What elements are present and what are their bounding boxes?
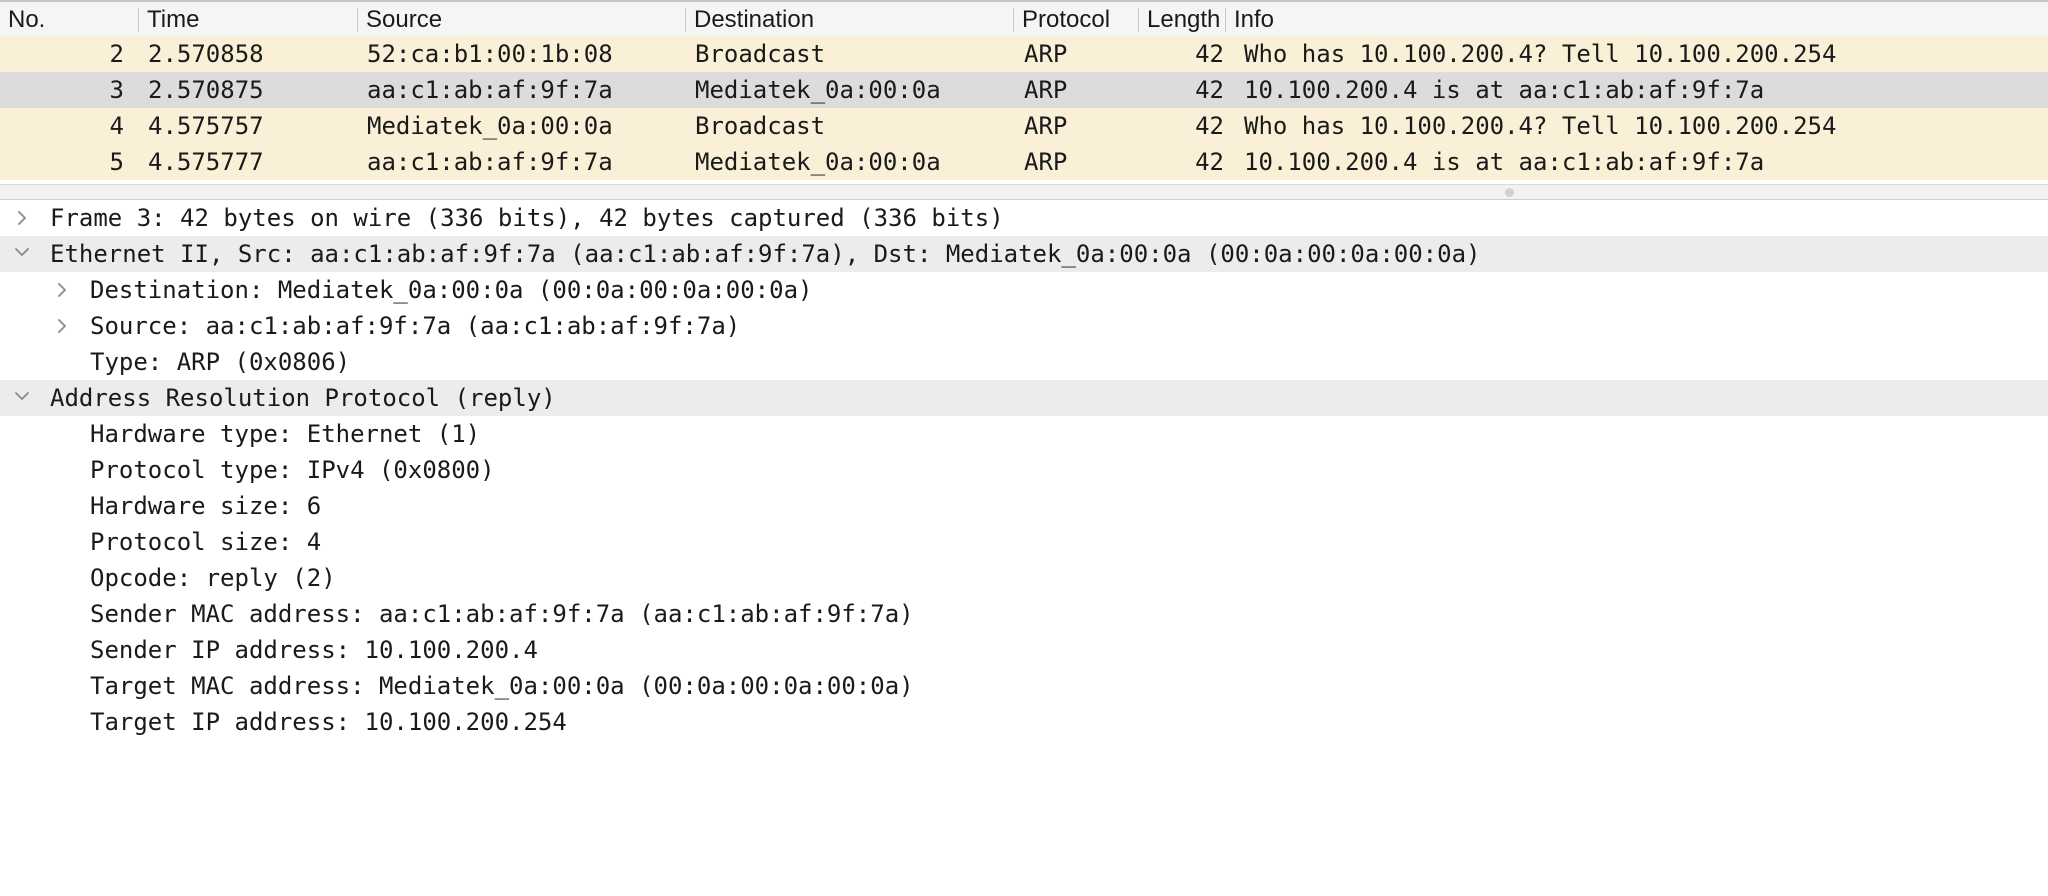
packet-time: 4.575777 [148,148,264,176]
packet-length: 42 [1195,112,1224,140]
column-header-time[interactable]: Time [139,2,357,37]
tree-item-label: Target MAC address: Mediatek_0a:00:0a (0… [90,672,914,700]
tree-item-label: Address Resolution Protocol (reply) [50,384,556,412]
pane-splitter[interactable] [0,184,2048,200]
chevron-down-icon[interactable] [12,380,32,416]
tree-item-label: Protocol size: 4 [90,528,322,556]
packet-time: 2.570858 [148,40,264,68]
tree-item-arp-field[interactable]: Target IP address: 10.100.200.254 [0,704,2048,740]
packet-protocol: ARP [1024,40,1068,68]
tree-item-label: Protocol type: IPv4 (0x0800) [90,456,495,484]
tree-item-label: Ethernet II, Src: aa:c1:ab:af:9f:7a (aa:… [50,240,1481,268]
tree-item-frame[interactable]: Frame 3: 42 bytes on wire (336 bits), 42… [0,200,2048,236]
packet-destination: Mediatek_0a:00:0a [695,76,941,104]
tree-item-ethernet[interactable]: Ethernet II, Src: aa:c1:ab:af:9f:7a (aa:… [0,236,2048,272]
packet-no: 5 [109,148,124,176]
tree-item-arp-field[interactable]: Protocol type: IPv4 (0x0800) [0,452,2048,488]
tree-item-eth-type[interactable]: Type: ARP (0x0806) [0,344,2048,380]
tree-item-arp-field[interactable]: Opcode: reply (2) [0,560,2048,596]
column-header-protocol[interactable]: Protocol [1014,2,1138,37]
packet-row[interactable]: 2 2.570858 52:ca:b1:00:1b:08 Broadcast A… [0,36,2048,72]
tree-item-label: Frame 3: 42 bytes on wire (336 bits), 42… [50,204,1004,232]
packet-row-selected[interactable]: 3 2.570875 aa:c1:ab:af:9f:7a Mediatek_0a… [0,72,2048,108]
tree-item-label: Destination: Mediatek_0a:00:0a (00:0a:00… [90,276,813,304]
packet-source: 52:ca:b1:00:1b:08 [367,40,613,68]
tree-item-label: Type: ARP (0x0806) [90,348,351,376]
tree-item-eth-destination[interactable]: Destination: Mediatek_0a:00:0a (00:0a:00… [0,272,2048,308]
packet-row[interactable]: 4 4.575757 Mediatek_0a:00:0a Broadcast A… [0,108,2048,144]
packet-destination: Mediatek_0a:00:0a [695,148,941,176]
chevron-right-icon[interactable] [52,308,72,344]
packet-list[interactable]: No. Time Source Destination Protocol Len… [0,0,2048,184]
chevron-down-icon[interactable] [12,236,32,272]
packet-length: 42 [1195,40,1224,68]
packet-no: 4 [109,112,124,140]
tree-item-eth-source[interactable]: Source: aa:c1:ab:af:9f:7a (aa:c1:ab:af:9… [0,308,2048,344]
chevron-right-icon[interactable] [12,200,32,236]
packet-info: 10.100.200.4 is at aa:c1:ab:af:9f:7a [1244,148,1765,176]
tree-item-label: Opcode: reply (2) [90,564,336,592]
column-header-length[interactable]: Length [1139,2,1225,37]
packet-info: Who has 10.100.200.4? Tell 10.100.200.25… [1244,112,1837,140]
packet-destination: Broadcast [695,40,826,68]
tree-item-label: Target IP address: 10.100.200.254 [90,708,567,736]
packet-info: 10.100.200.4 is at aa:c1:ab:af:9f:7a [1244,76,1765,104]
packet-length: 42 [1195,148,1224,176]
column-header-source[interactable]: Source [358,2,685,37]
tree-item-label: Sender MAC address: aa:c1:ab:af:9f:7a (a… [90,600,914,628]
packet-protocol: ARP [1024,148,1068,176]
packet-list-header: No. Time Source Destination Protocol Len… [0,0,2048,37]
tree-item-arp-field[interactable]: Hardware type: Ethernet (1) [0,416,2048,452]
packet-time: 2.570875 [148,76,264,104]
packet-details-tree: Frame 3: 42 bytes on wire (336 bits), 42… [0,200,2048,896]
column-header-no[interactable]: No. [0,2,138,37]
packet-destination: Broadcast [695,112,826,140]
tree-item-label: Hardware size: 6 [90,492,322,520]
tree-item-label: Sender IP address: 10.100.200.4 [90,636,538,664]
tree-item-arp-field[interactable]: Hardware size: 6 [0,488,2048,524]
tree-item-arp-field[interactable]: Sender MAC address: aa:c1:ab:af:9f:7a (a… [0,596,2048,632]
packet-source: Mediatek_0a:00:0a [367,112,613,140]
tree-item-arp-field[interactable]: Protocol size: 4 [0,524,2048,560]
packet-row[interactable]: 5 4.575777 aa:c1:ab:af:9f:7a Mediatek_0a… [0,144,2048,180]
column-header-destination[interactable]: Destination [686,2,1013,37]
packet-protocol: ARP [1024,76,1068,104]
tree-item-label: Hardware type: Ethernet (1) [90,420,481,448]
tree-item-arp-field[interactable]: Target MAC address: Mediatek_0a:00:0a (0… [0,668,2048,704]
packet-source: aa:c1:ab:af:9f:7a [367,76,613,104]
packet-no: 2 [109,40,124,68]
packet-length: 42 [1195,76,1224,104]
column-header-info[interactable]: Info [1226,2,2046,37]
packet-source: aa:c1:ab:af:9f:7a [367,148,613,176]
splitter-handle-icon[interactable] [1505,188,1514,197]
packet-protocol: ARP [1024,112,1068,140]
packet-info: Who has 10.100.200.4? Tell 10.100.200.25… [1244,40,1837,68]
tree-item-arp-field[interactable]: Sender IP address: 10.100.200.4 [0,632,2048,668]
chevron-right-icon[interactable] [52,272,72,308]
packet-no: 3 [109,76,124,104]
tree-item-arp[interactable]: Address Resolution Protocol (reply) [0,380,2048,416]
tree-item-label: Source: aa:c1:ab:af:9f:7a (aa:c1:ab:af:9… [90,312,741,340]
packet-time: 4.575757 [148,112,264,140]
